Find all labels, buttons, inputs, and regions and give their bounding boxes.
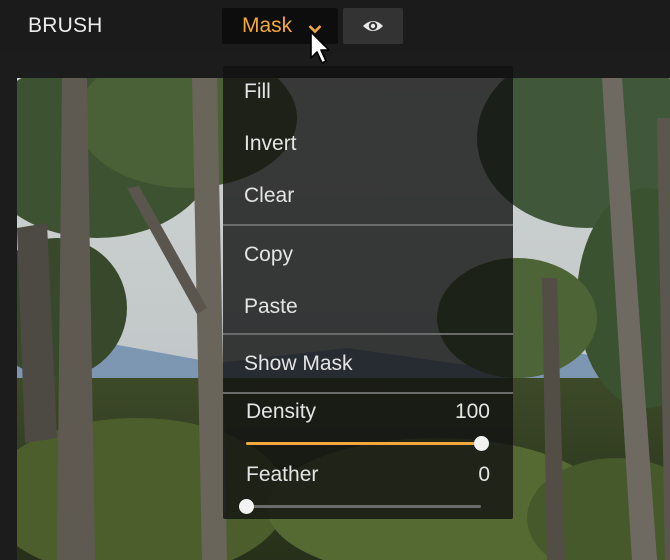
- top-toolbar: BRUSH Mask: [0, 0, 670, 54]
- menu-divider: [223, 392, 513, 394]
- menu-item-copy[interactable]: Copy: [244, 243, 293, 267]
- mask-dropdown-label: Mask: [242, 14, 293, 37]
- menu-item-clear[interactable]: Clear: [244, 184, 294, 208]
- density-value: 100: [454, 400, 490, 423]
- density-slider-fill: [246, 442, 481, 445]
- menu-item-paste[interactable]: Paste: [244, 295, 298, 319]
- feather-slider[interactable]: [239, 499, 481, 514]
- feather-value: 0: [478, 463, 490, 486]
- density-slider-thumb[interactable]: [474, 436, 489, 451]
- toggle-visibility-button[interactable]: [343, 8, 403, 44]
- mouse-pointer-icon: [309, 30, 333, 71]
- mask-dropdown-menu: Fill Invert Clear Copy Paste Show Mask D…: [223, 66, 513, 519]
- menu-item-invert[interactable]: Invert: [244, 132, 297, 156]
- eye-icon: [363, 21, 383, 31]
- density-label: Density: [246, 400, 317, 423]
- density-slider[interactable]: [246, 436, 489, 451]
- feather-label: Feather: [246, 463, 319, 486]
- panel-title: BRUSH: [28, 14, 103, 37]
- menu-divider: [223, 333, 513, 335]
- feather-slider-thumb[interactable]: [239, 499, 254, 514]
- menu-divider: [223, 224, 513, 226]
- menu-item-fill[interactable]: Fill: [244, 80, 271, 104]
- menu-item-show-mask[interactable]: Show Mask: [244, 352, 353, 376]
